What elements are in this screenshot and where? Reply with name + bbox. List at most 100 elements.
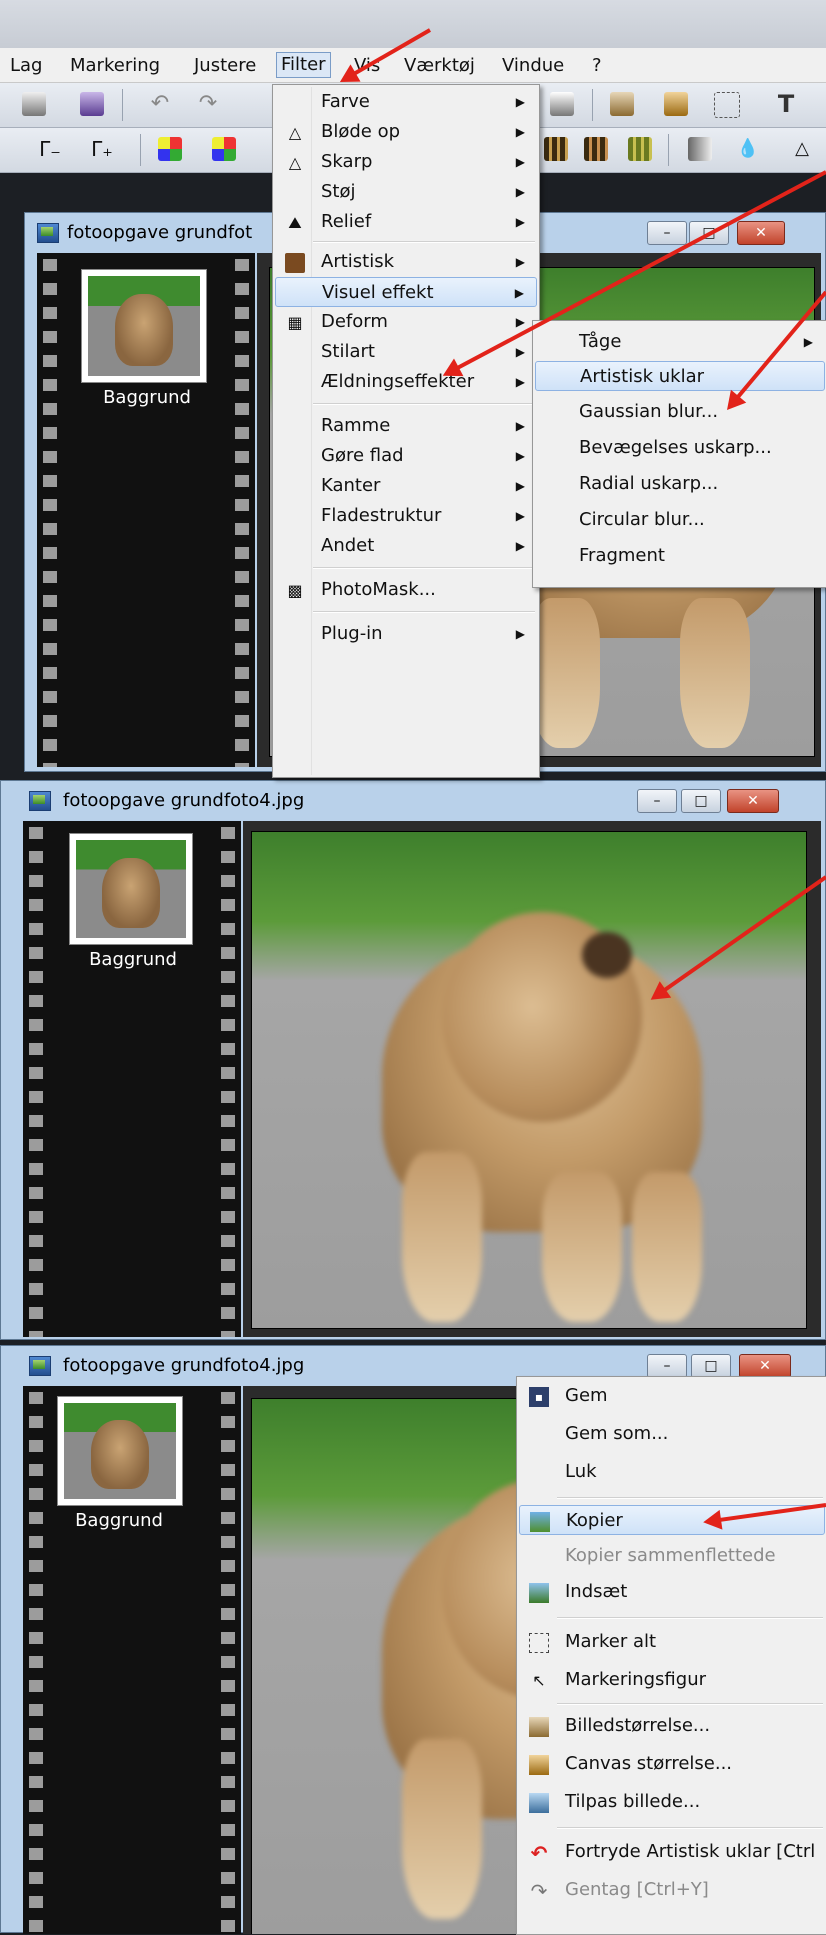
maximize-button[interactable]: □ [681, 789, 721, 813]
mosaic-light-icon[interactable] [628, 137, 652, 161]
contrast-icon[interactable] [688, 137, 712, 161]
blur-drop-icon[interactable]: 💧 [736, 137, 760, 161]
filter-item-photomask[interactable]: ▩ PhotoMask... [275, 575, 537, 605]
image-canvas[interactable] [243, 821, 821, 1337]
context-item-gem[interactable]: ▪ Gem [519, 1381, 825, 1411]
crop-icon[interactable] [714, 92, 740, 118]
toolbar-separator [668, 134, 669, 166]
paste-icon [529, 1583, 549, 1603]
toolbar-separator [140, 134, 141, 166]
menu-filter[interactable]: Filter [276, 52, 331, 78]
color-plus-icon[interactable] [212, 137, 236, 161]
minimize-button[interactable]: – [647, 221, 687, 245]
photomask-icon: ▩ [287, 581, 303, 600]
submenu-item-artistisk-uklar[interactable]: Artistisk uklar [535, 361, 825, 391]
color-minus-icon[interactable] [158, 137, 182, 161]
submenu-arrow-icon: ▶ [515, 509, 525, 523]
submenu-item-bevaegelses-uskarp[interactable]: Bevægelses uskarp... [535, 433, 825, 463]
layer-label: Baggrund [89, 949, 177, 970]
image-window-2: fotoopgave grundfoto4.jpg – □ ✕ Baggrund [0, 780, 826, 1340]
filter-item-deform[interactable]: ▦ Deform ▶ [275, 307, 537, 337]
undo-icon: ↶ [530, 1841, 548, 1865]
toolbar-separator [592, 89, 593, 121]
gamma-minus-icon[interactable]: Γ₋ [38, 137, 62, 161]
menu-vaerktoj[interactable]: Værktøj [400, 54, 479, 78]
submenu-arrow-icon: ▶ [515, 185, 525, 199]
print-icon[interactable] [22, 92, 46, 116]
submenu-item-gaussian-blur[interactable]: Gaussian blur... [535, 397, 825, 427]
filter-item-aeldningseffekter[interactable]: Ældningseffekter ▶ [275, 367, 537, 397]
menu-markering[interactable]: Markering [66, 54, 164, 78]
context-item-tilpas-billede[interactable]: Tilpas billede... [519, 1787, 825, 1817]
menu-separator [557, 1703, 823, 1705]
close-button[interactable]: ✕ [737, 221, 785, 245]
filter-item-skarp[interactable]: △ Skarp ▶ [275, 147, 537, 177]
submenu-item-fragment[interactable]: Fragment [535, 541, 825, 571]
context-item-markeringsfigur[interactable]: ↖ Markeringsfigur [519, 1665, 825, 1695]
filter-item-gore-flad[interactable]: Gøre flad ▶ [275, 441, 537, 471]
pointer-icon: ↖ [532, 1671, 546, 1690]
menu-separator [557, 1497, 823, 1499]
save-icon: ▪ [529, 1387, 549, 1407]
menu-vindue[interactable]: Vindue [498, 54, 568, 78]
filter-item-stilart[interactable]: Stilart ▶ [275, 337, 537, 367]
filter-item-artistisk[interactable]: Artistisk ▶ [275, 247, 537, 277]
menu-lag[interactable]: Lag [6, 54, 46, 78]
context-item-billedstorrelse[interactable]: Billedstørrelse... [519, 1711, 825, 1741]
context-item-canvas-storrelse[interactable]: Canvas størrelse... [519, 1749, 825, 1779]
window-2-titlebar[interactable]: fotoopgave grundfoto4.jpg [29, 781, 669, 821]
context-item-luk[interactable]: Luk [519, 1457, 825, 1487]
scan-icon[interactable] [80, 92, 104, 116]
context-item-kopier-sammenflettede: Kopier sammenflettede [565, 1545, 776, 1566]
submenu-arrow-icon: ▶ [514, 286, 524, 300]
window-3-titlebar[interactable]: fotoopgave grundfoto4.jpg [29, 1346, 509, 1386]
minimize-button[interactable]: – [637, 789, 677, 813]
image-size-toolbar-icon[interactable] [610, 92, 634, 116]
minimize-button[interactable]: – [647, 1354, 687, 1378]
filter-item-blode-op[interactable]: △ Bløde op ▶ [275, 117, 537, 147]
filter-item-kanter[interactable]: Kanter ▶ [275, 471, 537, 501]
maximize-button[interactable]: □ [691, 1354, 731, 1378]
film-holes [29, 1386, 43, 1934]
mosaic-dark-icon[interactable] [584, 137, 608, 161]
close-button[interactable]: ✕ [739, 1354, 791, 1378]
image-file-icon [37, 223, 59, 243]
layer-thumbnail[interactable] [57, 1396, 183, 1506]
gamma-plus-icon[interactable]: Γ₊ [90, 137, 114, 161]
text-tool-icon[interactable]: T [774, 92, 798, 116]
context-item-marker-alt[interactable]: Marker alt [519, 1627, 825, 1657]
filter-item-visuel-effekt[interactable]: Visuel effekt ▶ [275, 277, 537, 307]
menu-justere[interactable]: Justere [190, 54, 260, 78]
filter-item-farve[interactable]: Farve ▶ [275, 87, 537, 117]
filter-item-plug-in[interactable]: Plug-in ▶ [275, 619, 537, 649]
submenu-item-radial-uskarp[interactable]: Radial uskarp... [535, 469, 825, 499]
redo-icon: ↷ [530, 1879, 548, 1903]
filter-item-ramme[interactable]: Ramme ▶ [275, 411, 537, 441]
layer-thumbnail[interactable] [69, 833, 193, 945]
submenu-item-circular-blur[interactable]: Circular blur... [535, 505, 825, 535]
filter-item-andet[interactable]: Andet ▶ [275, 531, 537, 561]
film-holes [43, 253, 57, 767]
filter-item-stoj[interactable]: Støj ▶ [275, 177, 537, 207]
context-item-gem-som[interactable]: Gem som... [519, 1419, 825, 1449]
context-item-indsaet[interactable]: Indsæt [519, 1577, 825, 1607]
submenu-arrow-icon: ▶ [515, 419, 525, 433]
context-item-fortryde[interactable]: ↶ Fortryde Artistisk uklar [Ctrl [519, 1837, 825, 1867]
film-holes [29, 821, 43, 1337]
layers-panel: Baggrund [23, 1386, 241, 1934]
close-button[interactable]: ✕ [727, 789, 779, 813]
menu-help[interactable]: ? [588, 54, 606, 78]
filter-item-fladestruktur[interactable]: Fladestruktur ▶ [275, 501, 537, 531]
resize-icon[interactable] [550, 92, 574, 116]
mosaic-icon[interactable] [544, 137, 568, 161]
undo-toolbar-icon[interactable]: ↶ [148, 92, 172, 116]
drop-icon: △ [288, 123, 302, 142]
submenu-arrow-icon: ▶ [515, 627, 525, 641]
canvas-toolbar-icon[interactable] [664, 92, 688, 116]
menu-separator [313, 611, 535, 613]
layer-thumbnail[interactable] [81, 269, 207, 383]
filter-item-relief[interactable]: ⛰ Relief ▶ [275, 207, 537, 237]
sharpen-drop-icon[interactable]: △ [790, 137, 814, 161]
redo-toolbar-icon[interactable]: ↷ [196, 92, 220, 116]
submenu-arrow-icon: ▶ [515, 449, 525, 463]
